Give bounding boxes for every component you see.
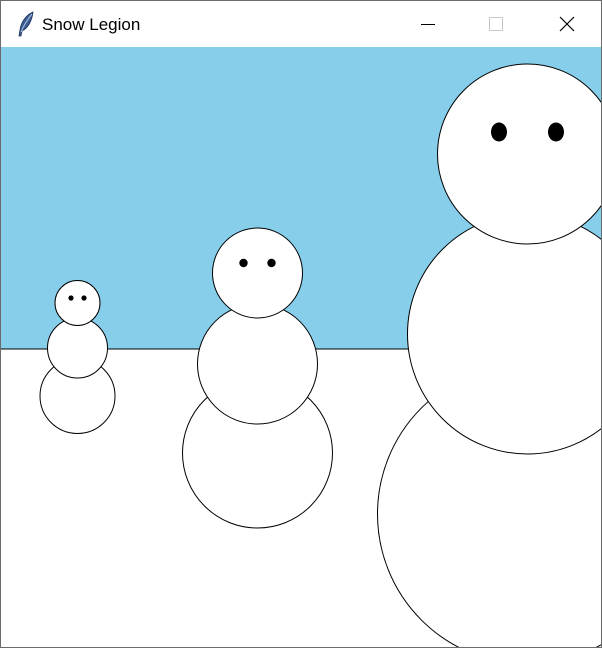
snowman-body-middle <box>197 303 318 425</box>
close-button[interactable] <box>544 1 590 47</box>
maximize-icon <box>489 17 503 31</box>
close-icon <box>559 16 575 32</box>
drawing-canvas <box>1 47 601 647</box>
snowman-eye-left <box>68 295 74 301</box>
snowman-head <box>54 280 101 326</box>
window-title: Snow Legion <box>42 15 141 34</box>
snowman-eye-right <box>81 295 87 301</box>
minimize-icon <box>421 24 435 25</box>
snowman-head <box>212 227 303 319</box>
snowman-eye-left <box>239 258 248 268</box>
snowman-eye-right <box>267 258 276 268</box>
snowman-body-middle <box>47 317 108 379</box>
maximize-button[interactable] <box>473 1 519 47</box>
snowman-eye-left <box>491 122 507 142</box>
app-window: Snow Legion <box>0 0 602 648</box>
minimize-button[interactable] <box>405 1 451 47</box>
snowman-eye-right <box>548 122 564 142</box>
title-bar[interactable]: Snow Legion <box>1 1 601 47</box>
feather-icon <box>18 11 34 37</box>
